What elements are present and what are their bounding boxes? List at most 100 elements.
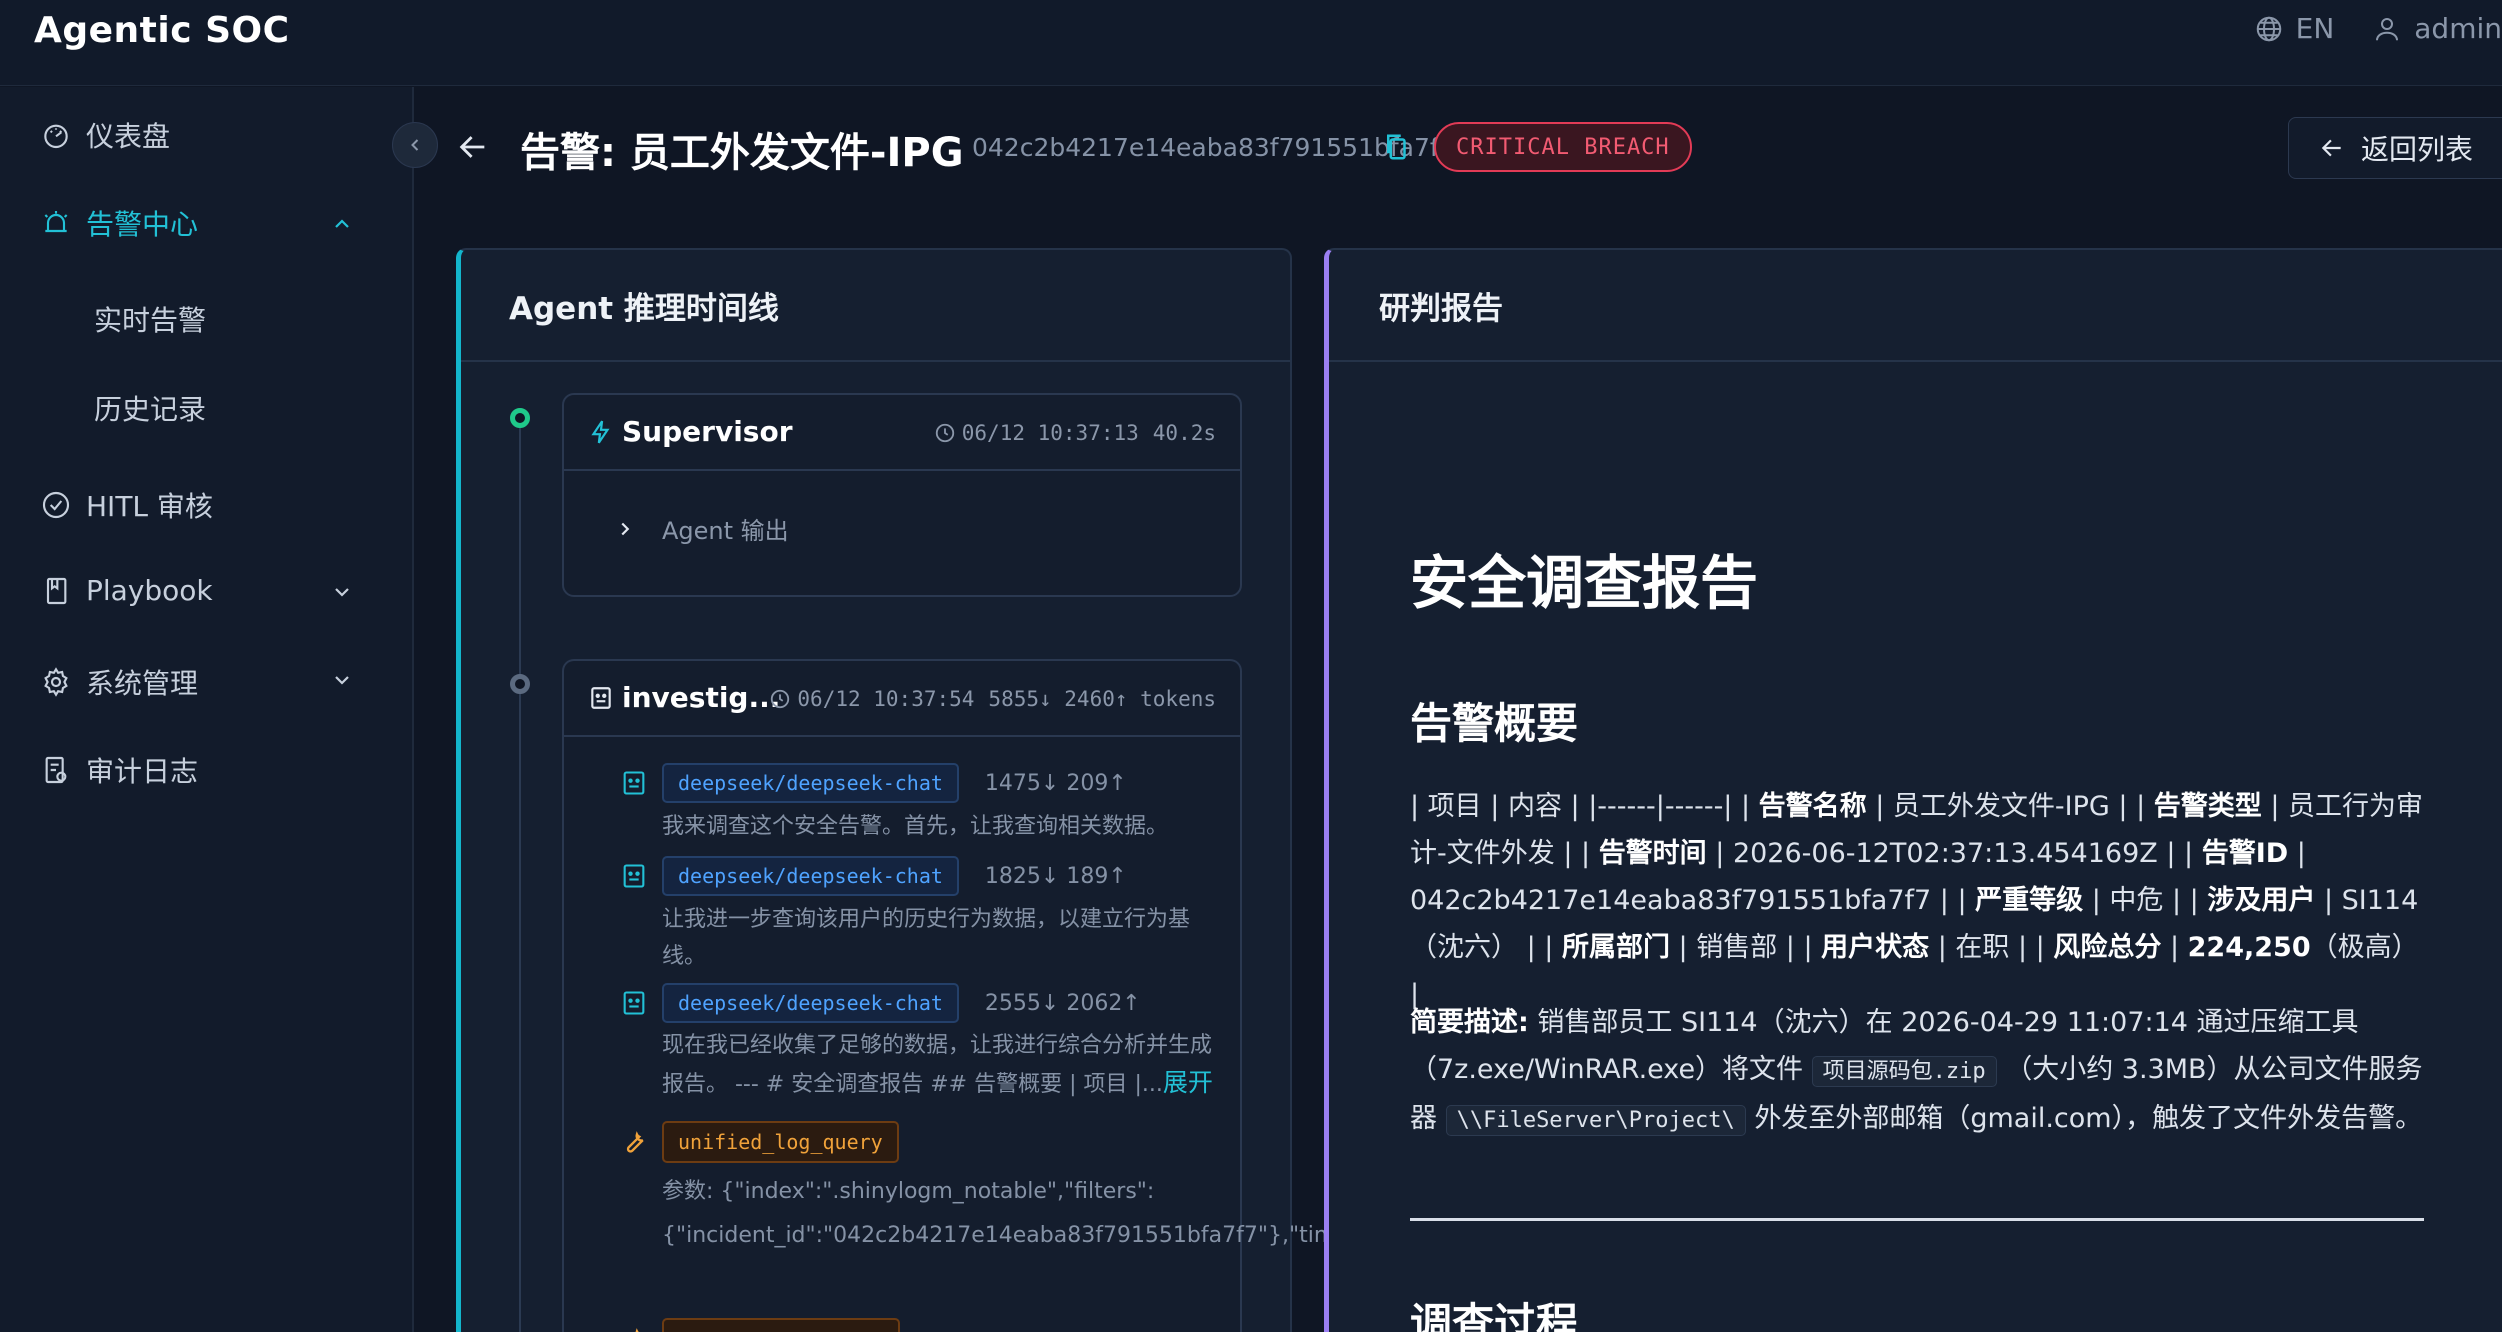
language-switcher[interactable]: EN — [2254, 12, 2335, 45]
tool-params: 参数: {"index":".shinylogm_notable","filte… — [662, 1179, 1526, 1248]
llm-text: 现在我已经收集了足够的数据，让我进行综合分析并生成报告。 --- # 安全调查报… — [662, 1027, 1222, 1103]
clock-icon — [935, 423, 954, 443]
table-key: 用户状态 — [1821, 932, 1930, 963]
llm-tokens: 1475↓ 209↑ — [984, 770, 1127, 796]
gear-icon — [44, 667, 68, 697]
lightning-icon — [591, 420, 610, 443]
user-menu[interactable]: admin — [2372, 12, 2502, 45]
sidebar-item-system-admin[interactable]: 系统管理 — [40, 662, 198, 702]
expand-link[interactable]: 展开 — [1163, 1068, 1213, 1097]
wrench-icon — [626, 1131, 644, 1153]
wrench-icon — [635, 1328, 639, 1332]
alert-id: 042c2b4217e14eaba83f791551bfa7f7 — [972, 133, 1455, 162]
report-panel-title: 研判报告 — [1329, 250, 2502, 362]
arrow-left-icon — [2321, 139, 2341, 157]
timeline-card-supervisor: Supervisor 06/12 10:37:13 40.2s Agent 输出 — [562, 393, 1242, 597]
table-text: | 项目 | 内容 | |------|------| | — [1410, 791, 1759, 822]
tool-call[interactable]: unified_log_query — [620, 1121, 899, 1163]
inline-code-filename: 项目源码包.zip — [1811, 1056, 1997, 1087]
agent-name-label: investig... — [622, 681, 781, 714]
sidebar-item-label: 仪表盘 — [86, 120, 171, 153]
table-key: 告警ID — [2201, 838, 2289, 869]
model-tag: deepseek/deepseek-chat — [662, 983, 959, 1023]
table-key: 所属部门 — [1561, 932, 1670, 963]
table-key: 告警时间 — [1598, 838, 1707, 869]
table-key: 风险总分 — [2053, 932, 2162, 963]
card-header: Supervisor 06/12 10:37:13 40.2s — [564, 395, 1240, 471]
sidebar-item-audit-log[interactable]: 审计日志 — [40, 750, 198, 790]
top-bar: Agentic SOC EN admin — [0, 0, 2502, 86]
table-text: | 2026-06-12T02:37:13.454169Z | | — [1706, 838, 2202, 869]
card-tokens: 5855↓ 2460↑ tokens — [988, 687, 1216, 711]
clock-icon — [771, 689, 790, 709]
timeline-line — [519, 420, 521, 1332]
card-header: investig... 06/12 10:37:54 5855↓ 2460↑ t… — [564, 661, 1240, 737]
sidebar-item-label: Playbook — [86, 574, 213, 607]
dashboard-icon — [44, 124, 68, 149]
card-meta: 06/12 10:37:54 5855↓ 2460↑ tokens — [769, 687, 1216, 711]
llm-call[interactable]: deepseek/deepseek-chat 1825↓ 189↑ — [620, 856, 1127, 896]
sidebar-item-label: 告警中心 — [86, 208, 199, 241]
robot-icon — [623, 771, 645, 795]
llm-text-content: 现在我已经收集了足够的数据，让我进行综合分析并生成报告。 --- # 安全调查报… — [662, 1033, 1213, 1097]
severity-badge: CRITICAL BREACH — [1434, 122, 1692, 172]
model-tag: deepseek/deepseek-chat — [662, 856, 959, 896]
user-icon — [2376, 17, 2399, 40]
llm-call[interactable]: deepseek/deepseek-chat 2555↓ 2062↑ — [620, 983, 1141, 1023]
table-text: | — [2161, 932, 2188, 963]
agent-output-toggle[interactable]: Agent 输出 — [614, 511, 789, 546]
book-icon — [46, 577, 67, 604]
table-key: 严重等级 — [1975, 885, 2084, 916]
report-section-summary: 告警概要 — [1410, 699, 1579, 748]
sidebar-item-history[interactable]: 历史记录 — [94, 388, 206, 428]
sidebar-item-playbook[interactable]: Playbook — [40, 574, 213, 607]
sidebar-item-hitl-review[interactable]: HITL 审核 — [40, 485, 213, 525]
sidebar-item-realtime-alerts[interactable]: 实时告警 — [94, 299, 206, 339]
table-key: 涉及用户 — [2207, 885, 2316, 916]
collapse-sidebar-button[interactable] — [392, 122, 438, 168]
risk-score: 224,250 — [2187, 932, 2311, 963]
report-section-process: 调查过程 — [1410, 1299, 1579, 1332]
user-name: admin — [2414, 12, 2502, 45]
table-text: | 员工外发文件-IPG | | — [1866, 791, 2154, 822]
sidebar-item-dashboard[interactable]: 仪表盘 — [40, 115, 170, 155]
chevron-right-icon — [621, 522, 630, 535]
table-text: | 中危 | | — [2083, 885, 2208, 916]
copy-icon[interactable] — [1384, 132, 1410, 162]
timeline-dot-active — [510, 408, 530, 428]
alarm-icon — [44, 211, 68, 233]
agent-name: Supervisor — [588, 415, 793, 448]
card-meta: 06/12 10:37:13 40.2s — [934, 421, 1216, 445]
timeline-panel-title: Agent 推理时间线 — [461, 250, 1290, 362]
table-text: | 在职 | | — [1929, 932, 2054, 963]
sidebar-item-alert-center[interactable]: 告警中心 — [40, 203, 198, 243]
sidebar — [0, 87, 414, 1332]
language-label: EN — [2295, 12, 2335, 45]
llm-text: 我来调查这个安全告警。首先，让我查询相关数据。 — [662, 814, 1169, 839]
return-to-list-button[interactable]: 返回列表 — [2288, 117, 2502, 179]
llm-call[interactable]: deepseek/deepseek-chat 1475↓ 209↑ — [620, 763, 1127, 803]
back-arrow-icon[interactable] — [456, 130, 490, 164]
llm-text: 让我进一步查询该用户的历史行为数据，以建立行为基线。 — [662, 907, 1191, 969]
sidebar-item-label: 系统管理 — [86, 667, 199, 700]
brief-text: 外发至外部邮箱（gmail.com），触发了文件外发告警。 — [1745, 1103, 2423, 1134]
table-key: 告警名称 — [1758, 791, 1867, 822]
report-title: 安全调查报告 — [1410, 549, 1759, 617]
sidebar-item-label: HITL 审核 — [86, 490, 213, 523]
llm-tokens: 2555↓ 2062↑ — [984, 990, 1141, 1016]
globe-icon — [2256, 16, 2281, 41]
robot-icon — [591, 686, 611, 709]
chevron-down-icon[interactable] — [330, 668, 354, 692]
report-divider — [1410, 1218, 2424, 1221]
chevron-down-icon[interactable] — [330, 580, 354, 604]
sidebar-item-label: 审计日志 — [86, 755, 199, 788]
agent-name-label: Supervisor — [622, 415, 793, 448]
card-time: 06/12 10:37:54 — [797, 687, 975, 711]
llm-tokens: 1825↓ 189↑ — [984, 863, 1127, 889]
return-label: 返回列表 — [2361, 133, 2474, 166]
chevron-up-icon[interactable] — [330, 212, 354, 236]
tool-call-partial — [620, 1318, 900, 1332]
brief-label: 简要描述: — [1410, 1007, 1529, 1038]
audit-icon — [45, 756, 67, 784]
card-time: 06/12 10:37:13 — [961, 421, 1139, 445]
